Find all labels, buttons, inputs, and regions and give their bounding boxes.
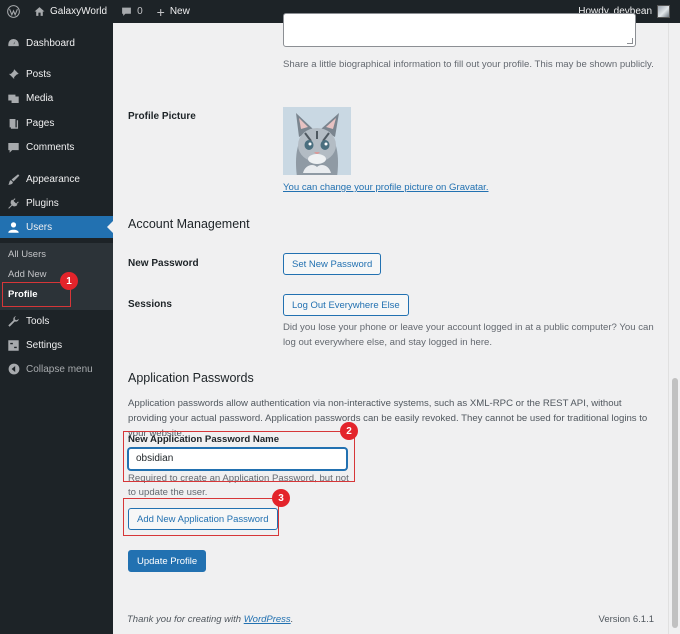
sidebar-item-label: Settings — [26, 339, 63, 351]
resize-grip-icon[interactable] — [627, 38, 633, 44]
sidebar-item-label: Collapse menu — [26, 363, 93, 375]
highlight-box-add-button — [123, 498, 279, 536]
sidebar-item-dashboard[interactable]: Dashboard — [0, 32, 113, 54]
sessions-label: Sessions — [128, 299, 172, 310]
biographical-info-description: Share a little biographical information … — [283, 59, 654, 70]
annotation-badge-3: 3 — [272, 489, 290, 507]
footer-thanks-end: . — [290, 614, 294, 625]
settings-icon — [7, 339, 20, 352]
account-management-heading: Account Management — [128, 217, 250, 231]
comment-icon — [7, 141, 20, 154]
biographical-info-textarea[interactable] — [283, 13, 636, 47]
user-avatar — [657, 5, 670, 18]
sidebar-item-users[interactable]: Users — [0, 216, 113, 238]
sessions-description: Did you lose your phone or leave your ac… — [283, 322, 654, 348]
media-icon — [7, 92, 20, 105]
comment-bubble-icon — [121, 6, 132, 17]
sidebar-item-label: Media — [26, 92, 54, 104]
home-icon — [34, 6, 45, 17]
new-label: New — [169, 6, 190, 17]
log-out-everywhere-button[interactable]: Log Out Everywhere Else — [283, 294, 409, 316]
scrollbar-thumb[interactable] — [672, 378, 678, 628]
profile-picture-kitten — [283, 107, 351, 175]
sidebar-item-pages[interactable]: Pages — [0, 112, 113, 134]
sidebar-item-label: Posts — [26, 68, 52, 80]
sidebar-item-label: Plugins — [26, 197, 59, 209]
collapse-icon — [7, 363, 20, 376]
sidebar-item-label: Pages — [26, 117, 55, 129]
plug-icon — [7, 197, 20, 210]
annotation-badge-1: 1 — [60, 272, 78, 290]
sidebar-item-label: Dashboard — [26, 37, 75, 49]
application-passwords-heading: Application Passwords — [128, 371, 254, 385]
sidebar-item-label: Tools — [26, 315, 50, 327]
comments-link[interactable]: 0 — [114, 0, 150, 23]
gravatar-link[interactable]: You can change your profile picture on G… — [283, 182, 489, 193]
footer-version: Version 6.1.1 — [598, 614, 654, 625]
sidebar-item-tools[interactable]: Tools — [0, 310, 113, 332]
annotation-badge-2: 2 — [340, 422, 358, 440]
sidebar-item-media[interactable]: Media — [0, 87, 113, 109]
comments-count: 0 — [137, 6, 143, 17]
sidebar-item-appearance[interactable]: Appearance — [0, 168, 113, 190]
plus-icon: + — [156, 3, 165, 20]
update-profile-button[interactable]: Update Profile — [128, 550, 207, 572]
collapse-menu-button[interactable]: Collapse menu — [0, 358, 113, 380]
new-password-label: New Password — [128, 258, 199, 269]
site-name-link[interactable]: GalaxyWorld — [27, 0, 114, 23]
dashboard-icon — [7, 37, 20, 50]
sidebar-item-settings[interactable]: Settings — [0, 334, 113, 356]
page-scrollbar[interactable] — [668, 23, 680, 634]
wordpress-logo-icon[interactable] — [0, 0, 27, 23]
submenu-item-add-new[interactable]: Add New — [8, 269, 47, 280]
profile-picture-label: Profile Picture — [128, 111, 196, 122]
sidebar-item-comments[interactable]: Comments — [0, 136, 113, 158]
footer-thanks-text: Thank you for creating with — [127, 614, 244, 625]
sidebar-item-label: Users — [26, 221, 53, 233]
sidebar-item-plugins[interactable]: Plugins — [0, 192, 113, 214]
pin-icon — [7, 68, 20, 81]
new-content-link[interactable]: + New — [150, 0, 197, 23]
sidebar-item-posts[interactable]: Posts — [0, 63, 113, 85]
admin-sidebar: Dashboard Posts Media Pages Comments App… — [0, 23, 113, 634]
submenu-item-all-users[interactable]: All Users — [8, 249, 46, 260]
pages-icon — [7, 117, 20, 130]
brush-icon — [7, 173, 20, 186]
wordpress-link[interactable]: WordPress — [244, 614, 291, 625]
highlight-box-app-password-name — [123, 431, 355, 482]
profile-form: Share a little biographical information … — [113, 13, 668, 634]
sidebar-item-label: Comments — [26, 141, 75, 153]
wrench-icon — [7, 315, 20, 328]
sidebar-item-label: Appearance — [26, 173, 80, 185]
site-name: GalaxyWorld — [50, 6, 108, 17]
set-new-password-button[interactable]: Set New Password — [283, 253, 382, 275]
footer-thanks: Thank you for creating with WordPress. — [127, 614, 293, 625]
users-icon — [7, 221, 20, 234]
